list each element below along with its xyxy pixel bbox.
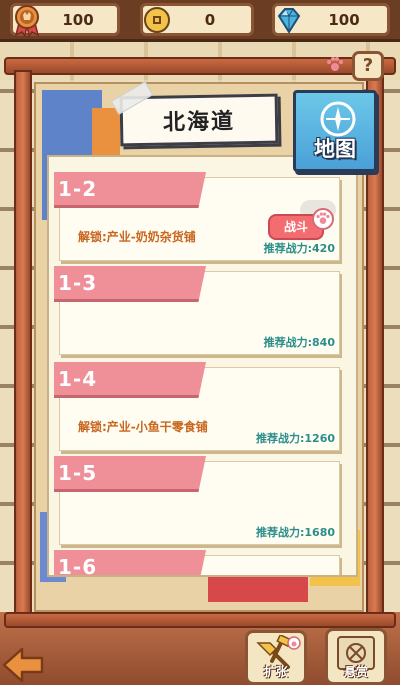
- level-tag: 1-5: [54, 456, 206, 492]
- recommended-power: 推荐战力:420: [263, 242, 335, 255]
- region-title-card: 北海道: [119, 93, 279, 147]
- resource-coin: 0: [140, 3, 254, 36]
- level-number: 1-2: [58, 177, 98, 201]
- gem-icon: [271, 2, 307, 38]
- resource-bar: 100 0 100: [0, 0, 400, 42]
- recommended-power: 推荐战力:840: [263, 336, 335, 349]
- level-tag: 1-3: [54, 266, 206, 302]
- resource-badge: 100: [9, 2, 120, 38]
- level-number: 1-6: [58, 555, 98, 577]
- expand-label: 扩张: [263, 665, 288, 679]
- paw-icon: [312, 208, 334, 230]
- bounty-label: 悬赏: [343, 665, 368, 679]
- level-tag: 1-2: [54, 172, 206, 208]
- level-item-1-2[interactable]: 1-2 解锁:产业-奶奶杂货铺 战斗 推荐战力:420: [54, 172, 340, 261]
- help-button[interactable]: ?: [352, 51, 384, 81]
- unlock-text: 解锁:产业-奶奶杂货铺: [78, 230, 196, 244]
- expand-button[interactable]: 扩张: [245, 630, 307, 685]
- level-number: 1-5: [58, 461, 98, 485]
- resource-gem: 100: [272, 3, 390, 36]
- level-item-1-6[interactable]: 1-6: [54, 550, 340, 575]
- level-tag: 1-4: [54, 362, 206, 398]
- map-button[interactable]: 地图: [293, 90, 377, 172]
- coin-icon: [139, 2, 175, 38]
- level-tag: 1-6: [54, 550, 206, 577]
- level-item-1-4[interactable]: 1-4 解锁:产业-小鱼干零食铺 推荐战力:1260: [54, 362, 340, 451]
- unlock-text: 解锁:产业-小鱼干零食铺: [78, 420, 208, 434]
- paw-icon: [327, 57, 343, 71]
- recommended-power: 推荐战力:1680: [255, 526, 335, 539]
- level-number: 1-3: [58, 271, 98, 295]
- back-arrow-icon[interactable]: [0, 645, 46, 685]
- map-button-label: 地图: [314, 137, 356, 161]
- level-number: 1-4: [58, 367, 98, 391]
- bounty-button[interactable]: 悬赏: [325, 628, 387, 685]
- frame-bottom-beam: [4, 612, 396, 628]
- recommended-power: 推荐战力:1260: [255, 432, 335, 445]
- region-title: 北海道: [162, 109, 236, 136]
- badge-icon: [9, 2, 45, 38]
- level-item-1-3[interactable]: 1-3 推荐战力:840: [54, 266, 340, 355]
- frame-left-pillar: [14, 70, 32, 625]
- level-list[interactable]: 1-2 解锁:产业-奶奶杂货铺 战斗 推荐战力:420 1-3 推荐战力:840…: [47, 155, 358, 577]
- level-item-1-5[interactable]: 1-5 推荐战力:1680: [54, 456, 340, 545]
